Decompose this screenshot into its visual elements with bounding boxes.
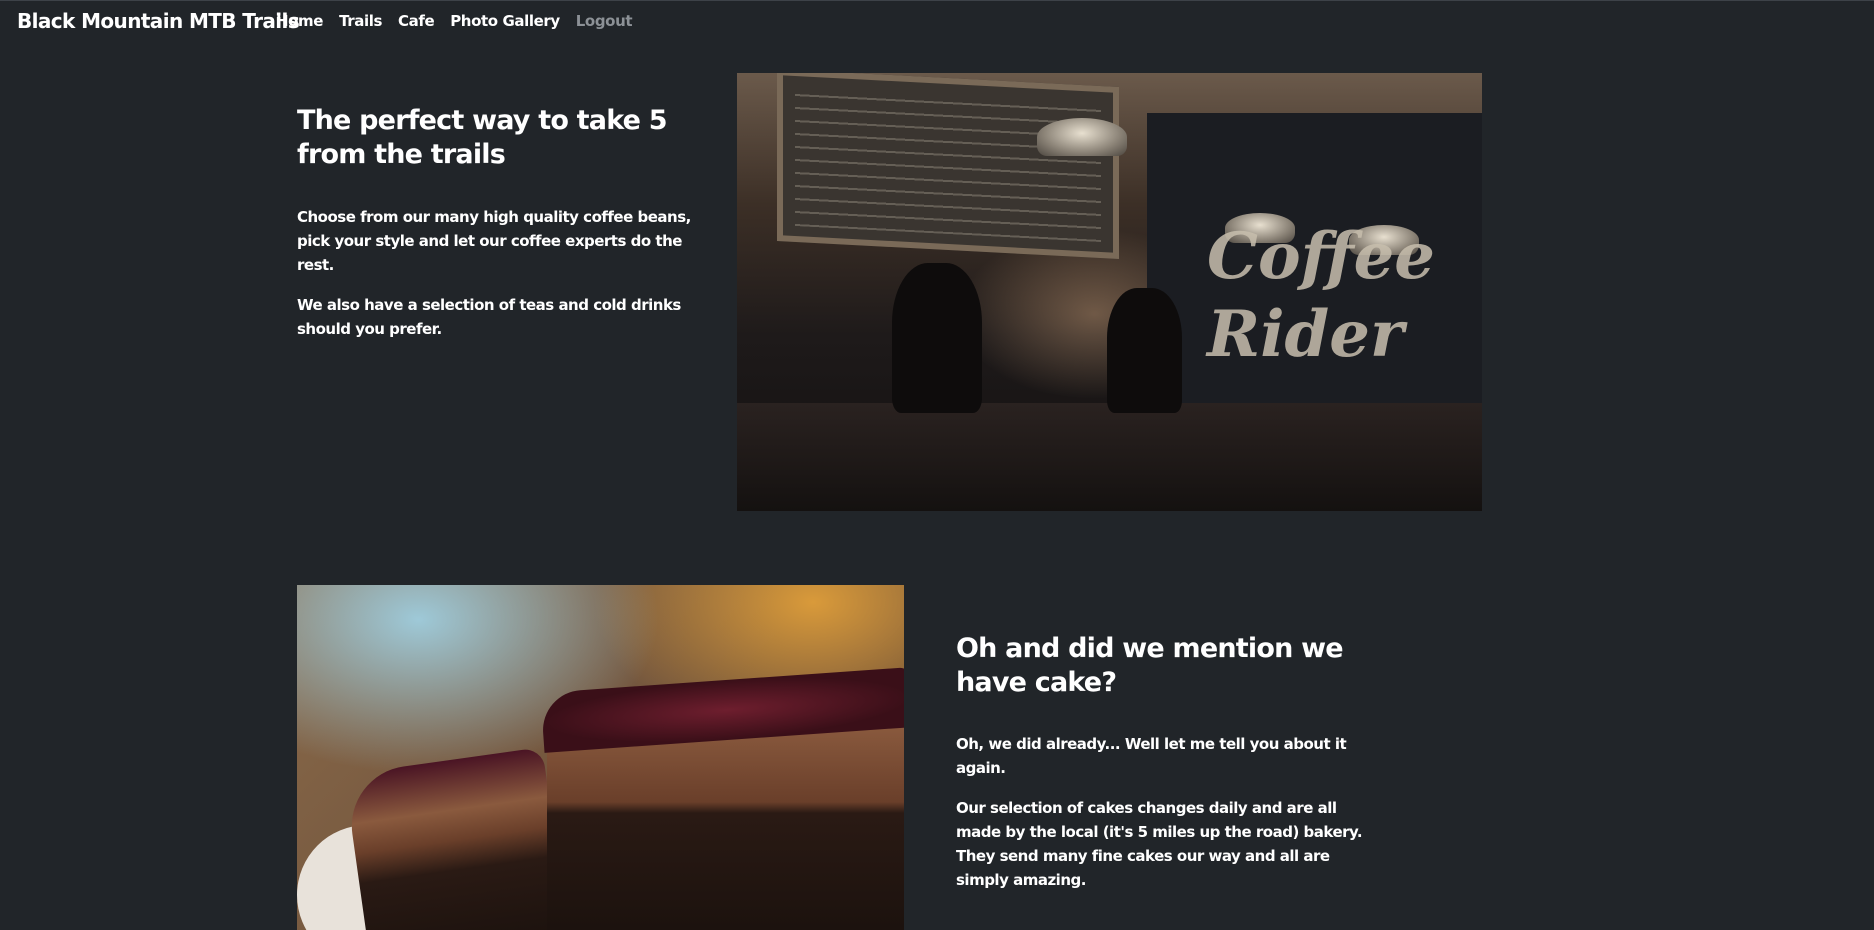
coffee-rider-sign: Coffee Rider bbox=[1207, 218, 1435, 374]
cake-slice bbox=[547, 725, 904, 930]
barista-figure bbox=[1107, 288, 1182, 413]
coffee-paragraph-2: We also have a selection of teas and col… bbox=[297, 296, 681, 338]
nav-links: Home Trails Cafe Photo Gallery Logout bbox=[276, 12, 633, 30]
menu-chalkboard bbox=[777, 73, 1119, 259]
barista-figure bbox=[892, 263, 982, 413]
cafe-counter bbox=[737, 403, 1482, 511]
navbar: Black Mountain MTB Trails Home Trails Ca… bbox=[0, 0, 1874, 42]
cake-paragraph-2: Our selection of cakes changes daily and… bbox=[956, 799, 1363, 889]
nav-link-logout[interactable]: Logout bbox=[576, 12, 633, 30]
sign-line-1: Coffee bbox=[1207, 219, 1435, 294]
sign-line-2: Rider bbox=[1207, 297, 1404, 372]
pendant-lamp bbox=[1037, 118, 1127, 156]
nav-link-photo-gallery[interactable]: Photo Gallery bbox=[450, 12, 560, 30]
nav-link-cafe[interactable]: Cafe bbox=[398, 12, 435, 30]
cake-heading: Oh and did we mention we have cake? bbox=[956, 633, 1344, 698]
coffee-paragraph-1: Choose from our many high quality coffee… bbox=[297, 208, 691, 274]
chocolate-cake-image bbox=[297, 585, 904, 930]
coffee-heading: The perfect way to take 5 from the trail… bbox=[297, 105, 668, 170]
brand-link[interactable]: Black Mountain MTB Trails bbox=[17, 9, 300, 33]
nav-link-trails[interactable]: Trails bbox=[339, 12, 382, 30]
cafe-interior-image: Coffee Rider bbox=[737, 73, 1482, 511]
nav-link-home[interactable]: Home bbox=[276, 12, 323, 30]
cake-slice bbox=[344, 747, 570, 930]
cake-paragraph-1: Oh, we did already... Well let me tell y… bbox=[956, 735, 1347, 777]
